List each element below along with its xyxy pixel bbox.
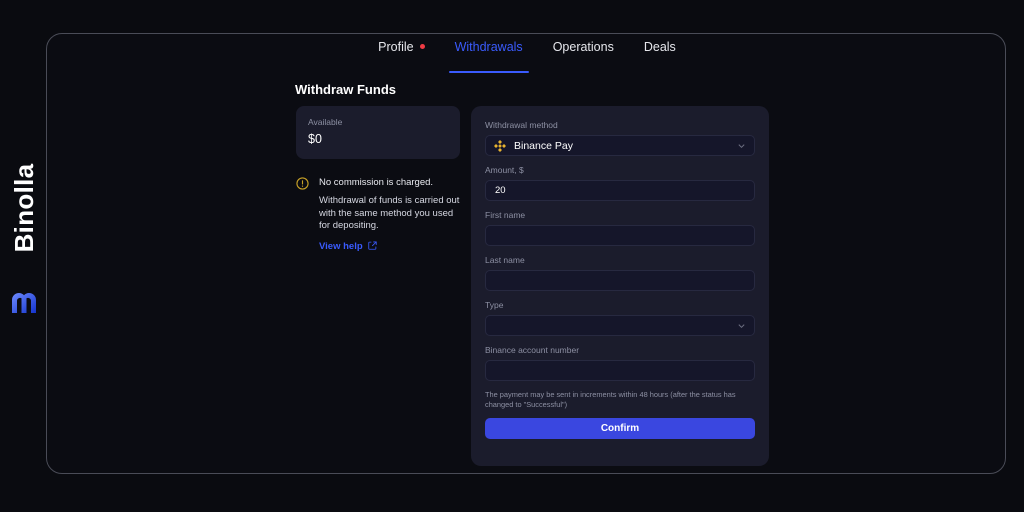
- left-column: Available $0 No commission is charged. W…: [296, 106, 460, 254]
- available-balance-card: Available $0: [296, 106, 460, 159]
- page-title: Withdraw Funds: [295, 82, 396, 97]
- main-card: Profile Withdrawals Operations Deals Wit…: [46, 33, 1006, 474]
- field-first-name: First name: [485, 210, 755, 246]
- account-number-label: Binance account number: [485, 345, 580, 355]
- tab-deals-label: Deals: [643, 40, 676, 54]
- tab-profile-label: Profile: [378, 40, 414, 54]
- field-account-number: Binance account number: [485, 345, 755, 381]
- notice-body: Withdrawal of funds is carried out with …: [319, 195, 460, 232]
- view-help-link[interactable]: View help: [319, 241, 377, 253]
- withdrawal-method-value: Binance Pay: [514, 139, 573, 152]
- tab-deals[interactable]: Deals: [629, 38, 691, 66]
- commission-notice: No commission is charged. Withdrawal of …: [296, 176, 460, 254]
- amount-label: Amount, $: [485, 165, 524, 175]
- app-root: Binolla Profile Withdrawals Operations D…: [0, 0, 1024, 512]
- withdrawal-method-label: Withdrawal method: [485, 120, 558, 130]
- amount-input[interactable]: 20: [485, 180, 755, 201]
- field-withdrawal-method: Withdrawal method Binance Pay: [485, 120, 755, 156]
- type-select[interactable]: [485, 315, 755, 336]
- brand-rail: Binolla: [0, 0, 46, 512]
- view-help-label: View help: [319, 241, 363, 253]
- chevron-down-icon: [737, 141, 746, 150]
- binance-logo-icon: [494, 139, 506, 152]
- notice-title: No commission is charged.: [319, 177, 434, 188]
- type-label: Type: [485, 300, 504, 310]
- available-label: Available: [308, 117, 343, 127]
- tab-operations-label: Operations: [552, 40, 614, 54]
- withdrawal-form-panel: Withdrawal method Binance Pay Amount, $ …: [471, 106, 769, 466]
- available-value: $0: [308, 132, 322, 146]
- field-amount: Amount, $ 20: [485, 165, 755, 201]
- payment-note: The payment may be sent in increments wi…: [485, 390, 736, 409]
- warning-circle-icon: [296, 177, 309, 190]
- chevron-down-icon: [737, 321, 746, 330]
- external-link-icon: [367, 241, 377, 253]
- confirm-button[interactable]: Confirm: [485, 418, 755, 439]
- first-name-label: First name: [485, 210, 526, 220]
- tab-operations[interactable]: Operations: [538, 38, 629, 66]
- first-name-input[interactable]: [485, 225, 755, 246]
- account-number-input[interactable]: [485, 360, 755, 381]
- withdrawal-method-select[interactable]: Binance Pay: [485, 135, 755, 156]
- field-type: Type: [485, 300, 755, 336]
- tab-profile[interactable]: Profile: [363, 38, 439, 66]
- binolla-m-mark-icon: [10, 288, 38, 314]
- tab-withdrawals-label: Withdrawals: [454, 40, 523, 54]
- last-name-input[interactable]: [485, 270, 755, 291]
- tab-bar: Profile Withdrawals Operations Deals: [47, 38, 1007, 73]
- last-name-label: Last name: [485, 255, 525, 265]
- tab-withdrawals[interactable]: Withdrawals: [440, 38, 538, 73]
- profile-notification-dot-icon: [419, 44, 425, 49]
- brand-wordmark: Binolla: [9, 163, 39, 253]
- field-last-name: Last name: [485, 255, 755, 291]
